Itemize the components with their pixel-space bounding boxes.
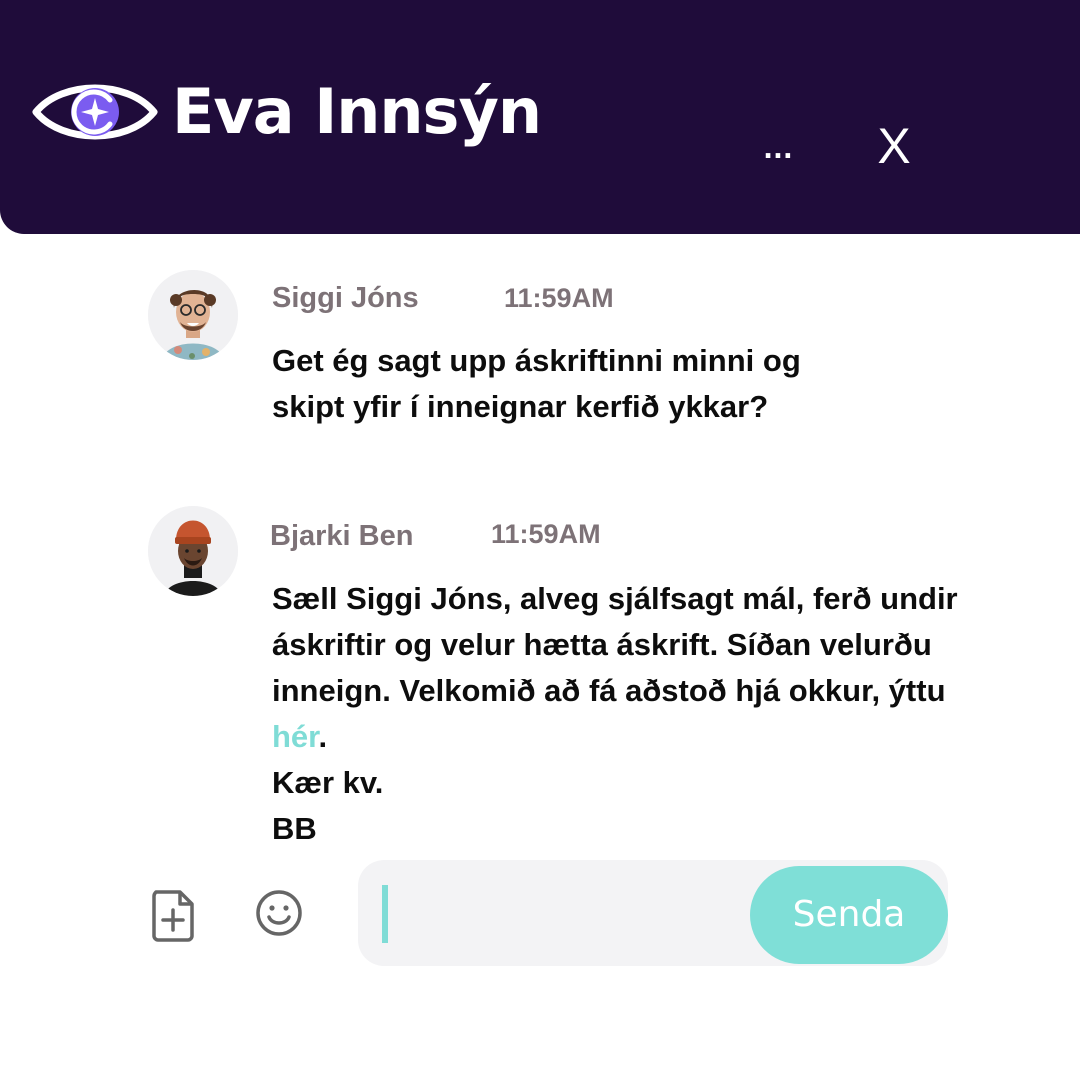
sender-name: Bjarki Ben (270, 520, 414, 552)
message-input[interactable] (376, 880, 736, 946)
eye-logo-icon (32, 84, 158, 140)
file-add-icon (152, 890, 194, 942)
help-link[interactable]: hér (272, 719, 319, 754)
message-line: BB (272, 811, 317, 846)
message-line: hér. (272, 714, 958, 760)
message-line: áskriftir og velur hætta áskrift. Síðan … (272, 627, 932, 662)
message-line: Sæll Siggi Jóns, alveg sjálfsagt mál, fe… (272, 581, 958, 616)
close-button[interactable]: X (866, 116, 922, 176)
brand-name: Eva Innsýn (172, 75, 542, 148)
message-text: Sæll Siggi Jóns, alveg sjálfsagt mál, fe… (272, 576, 958, 852)
send-button[interactable]: Senda (750, 866, 948, 964)
more-options-button[interactable]: ... (752, 124, 804, 176)
message-line: Kær kv. (272, 765, 384, 800)
sender-name: Siggi Jóns (272, 282, 419, 314)
avatar (148, 506, 238, 596)
link-punctuation: . (318, 719, 328, 754)
message-time: 11:59AM (504, 283, 614, 313)
message-line: skipt yfir í inneignar kerfið ykkar? (272, 389, 769, 424)
emoji-button[interactable] (254, 888, 304, 938)
message-line: Get ég sagt upp áskriftinni minni og (272, 343, 801, 378)
smiley-icon (256, 890, 302, 936)
message-text: Get ég sagt upp áskriftinni minni og ski… (272, 338, 801, 430)
chat-header: Eva Innsýn ... X (0, 0, 1080, 234)
message-composer: Senda (358, 860, 948, 966)
message-line: inneign. Velkomið að fá aðstoð hjá okkur… (272, 673, 946, 708)
attach-file-button[interactable] (150, 888, 200, 942)
avatar (148, 270, 238, 360)
message-time: 11:59AM (491, 519, 601, 549)
